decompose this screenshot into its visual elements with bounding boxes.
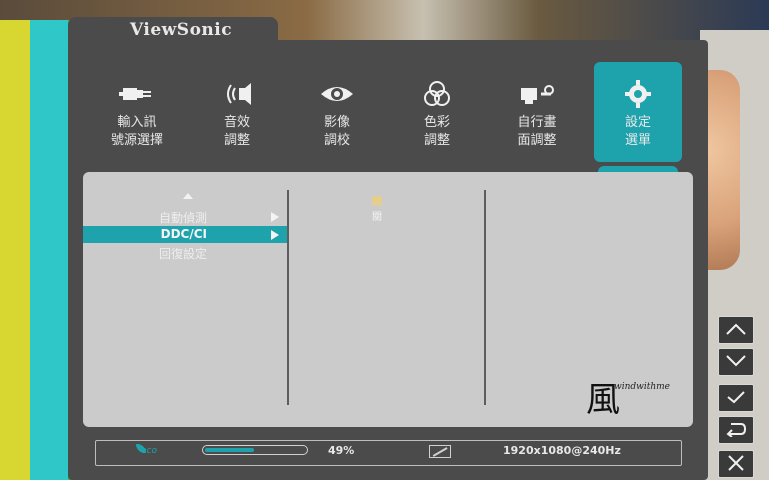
menu-color[interactable]: 色彩 調整 — [392, 62, 482, 162]
down-button[interactable] — [718, 348, 754, 376]
return-button[interactable] — [718, 416, 754, 444]
aspect-ratio-icon — [429, 445, 451, 458]
menu-audio[interactable]: 音效 調整 — [192, 62, 282, 162]
return-icon — [726, 423, 747, 437]
color-icon — [424, 81, 450, 106]
gear-icon — [625, 80, 651, 108]
progress-percent: 49% — [328, 444, 355, 457]
submenu-item-ddc-ci[interactable]: DDC/CI — [83, 226, 287, 243]
menu-label: 自行畫 面調整 — [517, 115, 557, 148]
progress-bar — [202, 445, 308, 455]
option-on[interactable]: 開 — [372, 193, 382, 208]
menu-input-source[interactable]: 輸入訊 號源選擇 — [92, 62, 182, 162]
eco-label: eco — [141, 446, 157, 456]
up-icon — [726, 323, 746, 335]
resolution-readout: 1920x1080@240Hz — [503, 444, 621, 457]
scroll-up-indicator-icon[interactable] — [183, 193, 193, 199]
submenu-item-auto-detect[interactable]: 自動偵測 — [83, 208, 287, 225]
up-button[interactable] — [718, 316, 754, 344]
arrow-right-icon — [271, 230, 279, 240]
option-off[interactable]: 關 — [372, 208, 382, 223]
submenu-item-label: 自動偵測 — [158, 211, 207, 225]
audio-icon — [227, 83, 251, 105]
close-icon — [728, 455, 744, 471]
menu-setup[interactable]: 設定 選單 — [594, 62, 682, 162]
progress-fill — [205, 448, 254, 452]
submenu-item-label: DDC/CI — [160, 227, 207, 241]
input-source-icon — [119, 88, 151, 100]
menu-label: 音效 調整 — [223, 115, 250, 148]
menu-label: 設定 選單 — [624, 115, 651, 148]
menu-label: 色彩 調整 — [423, 115, 450, 148]
confirm-button[interactable] — [718, 384, 754, 412]
watermark-text: windwithme — [614, 382, 670, 392]
submenu-item-label: 回復設定 — [158, 247, 207, 261]
column-divider — [484, 190, 486, 405]
column-divider — [287, 190, 289, 405]
menu-image[interactable]: 影像 調校 — [292, 62, 382, 162]
menu-manual-adjust[interactable]: 自行畫 面調整 — [492, 62, 582, 162]
menu-label: 影像 調校 — [323, 115, 350, 148]
arrow-right-icon — [271, 212, 279, 222]
watermark-glyph: 風 — [586, 380, 620, 420]
close-button[interactable] — [718, 450, 754, 478]
down-icon — [726, 355, 746, 367]
manual-adjust-icon — [521, 85, 554, 104]
confirm-icon — [727, 391, 745, 404]
brand-logo: ViewSonic — [130, 20, 233, 40]
submenu-item-reset[interactable]: 回復設定 — [83, 244, 287, 261]
menu-label: 輸入訊 號源選擇 — [110, 115, 163, 148]
eye-icon — [321, 87, 353, 101]
